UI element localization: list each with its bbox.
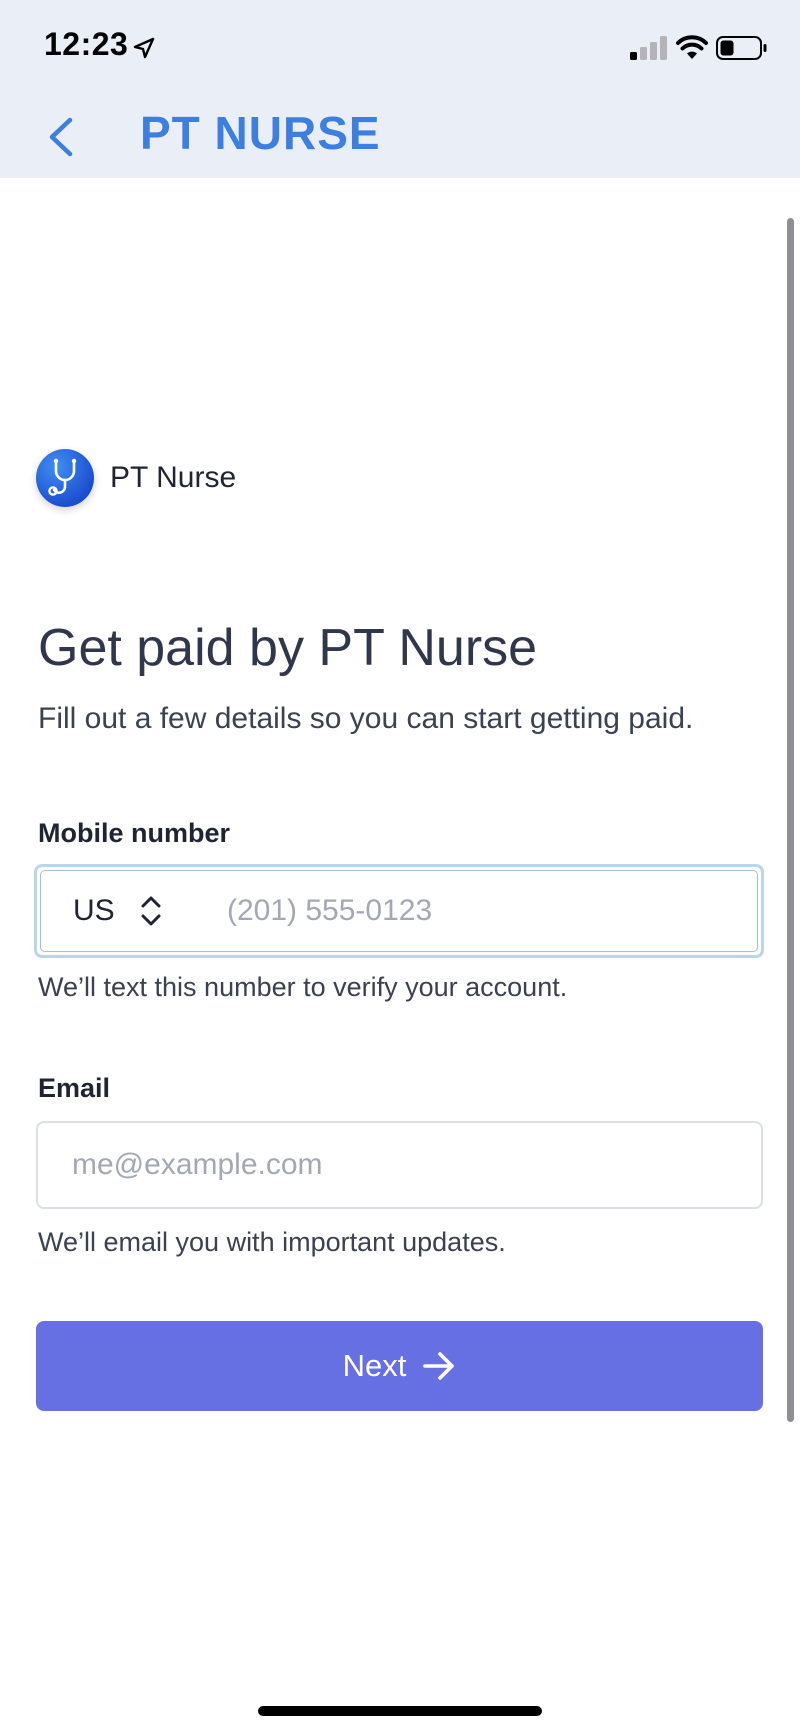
wifi-icon bbox=[676, 35, 708, 59]
chevron-up-down-icon bbox=[141, 896, 161, 926]
mobile-number-input[interactable] bbox=[225, 871, 757, 951]
country-code-value: US bbox=[73, 894, 115, 927]
cellular-signal-icon bbox=[630, 36, 667, 60]
brand-name: PT Nurse bbox=[110, 461, 237, 494]
page-subheading: Fill out a few details so you can start … bbox=[38, 702, 694, 735]
brand-header: PT Nurse bbox=[36, 448, 236, 508]
mobile-number-help: We’ll text this number to verify your ac… bbox=[38, 972, 568, 1002]
battery-icon bbox=[716, 36, 767, 60]
scrollbar[interactable] bbox=[787, 218, 794, 1422]
email-input[interactable] bbox=[70, 1123, 761, 1207]
back-button[interactable] bbox=[40, 112, 84, 162]
arrow-right-icon bbox=[423, 1352, 455, 1380]
country-code-select[interactable]: US bbox=[41, 893, 225, 929]
email-help: We’ll email you with important updates. bbox=[38, 1227, 506, 1257]
chevron-left-icon bbox=[49, 117, 73, 157]
page-heading: Get paid by PT Nurse bbox=[38, 619, 538, 677]
top-bar: 12:23 PT NURSE bbox=[0, 0, 800, 178]
next-button[interactable]: Next bbox=[36, 1321, 763, 1411]
mobile-number-field: US bbox=[34, 864, 764, 958]
stethoscope-icon bbox=[36, 449, 94, 507]
home-indicator[interactable] bbox=[258, 1706, 542, 1716]
location-arrow-icon bbox=[133, 37, 155, 59]
email-field bbox=[36, 1121, 763, 1209]
nav-title: PT NURSE bbox=[140, 107, 381, 159]
next-button-label: Next bbox=[342, 1348, 407, 1383]
mobile-number-label: Mobile number bbox=[38, 818, 231, 848]
email-label: Email bbox=[38, 1073, 111, 1103]
status-time: 12:23 bbox=[44, 26, 129, 62]
